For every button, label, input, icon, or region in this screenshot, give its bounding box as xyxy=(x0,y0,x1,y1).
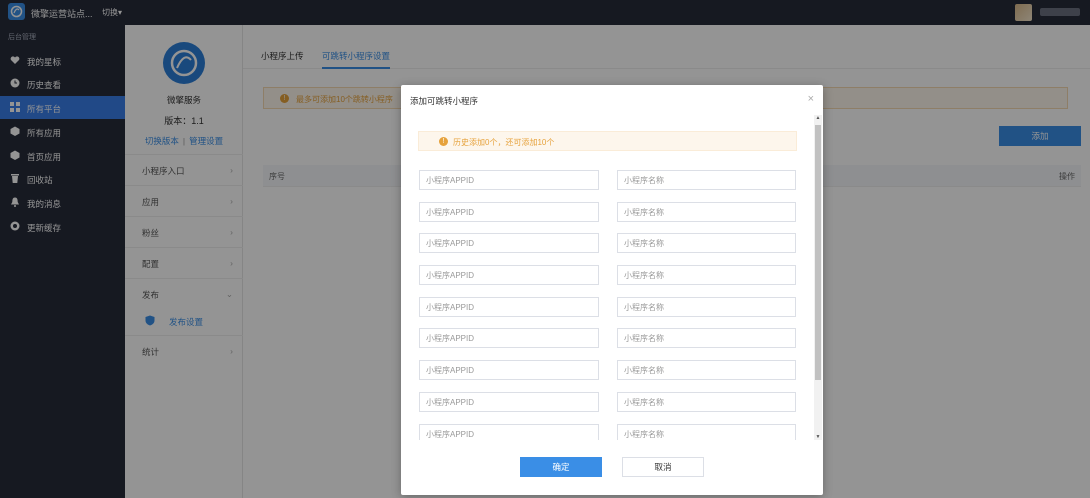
dialog-tip-text: 历史添加0个，还可添加10个 xyxy=(453,138,555,147)
dialog-title: 添加可跳转小程序 xyxy=(410,96,479,106)
name-input[interactable] xyxy=(617,202,796,222)
appid-input[interactable] xyxy=(419,424,599,440)
miniprogram-row xyxy=(401,360,823,380)
miniprogram-row xyxy=(401,328,823,348)
appid-input[interactable] xyxy=(419,360,599,380)
miniprogram-row xyxy=(401,297,823,317)
appid-input[interactable] xyxy=(419,328,599,348)
scroll-down-icon[interactable]: ▼ xyxy=(815,434,821,440)
miniprogram-row xyxy=(401,170,823,190)
add-jump-miniprogram-dialog: 添加可跳转小程序 × ! 历史添加0个，还可添加10个 ▲ ▼ 确定 取消 xyxy=(401,85,823,495)
name-input[interactable] xyxy=(617,328,796,348)
dialog-tip: ! 历史添加0个，还可添加10个 xyxy=(418,131,797,151)
close-icon[interactable]: × xyxy=(808,93,814,105)
name-input[interactable] xyxy=(617,233,796,253)
appid-input[interactable] xyxy=(419,392,599,412)
miniprogram-row xyxy=(401,265,823,285)
name-input[interactable] xyxy=(617,424,796,440)
dialog-body: ! 历史添加0个，还可添加10个 xyxy=(401,115,823,440)
scrollbar-thumb[interactable] xyxy=(815,125,821,380)
appid-input[interactable] xyxy=(419,170,599,190)
scroll-up-icon[interactable]: ▲ xyxy=(815,115,821,121)
dialog-scrollbar[interactable]: ▲ ▼ xyxy=(814,115,822,440)
miniprogram-row xyxy=(401,424,823,440)
confirm-button[interactable]: 确定 xyxy=(520,457,602,477)
appid-input[interactable] xyxy=(419,233,599,253)
appid-input[interactable] xyxy=(419,297,599,317)
miniprogram-row xyxy=(401,202,823,222)
name-input[interactable] xyxy=(617,392,796,412)
appid-input[interactable] xyxy=(419,265,599,285)
name-input[interactable] xyxy=(617,265,796,285)
cancel-button[interactable]: 取消 xyxy=(622,457,704,477)
name-input[interactable] xyxy=(617,170,796,190)
warning-icon: ! xyxy=(439,137,448,146)
name-input[interactable] xyxy=(617,360,796,380)
name-input[interactable] xyxy=(617,297,796,317)
miniprogram-row xyxy=(401,392,823,412)
appid-input[interactable] xyxy=(419,202,599,222)
miniprogram-row xyxy=(401,233,823,253)
